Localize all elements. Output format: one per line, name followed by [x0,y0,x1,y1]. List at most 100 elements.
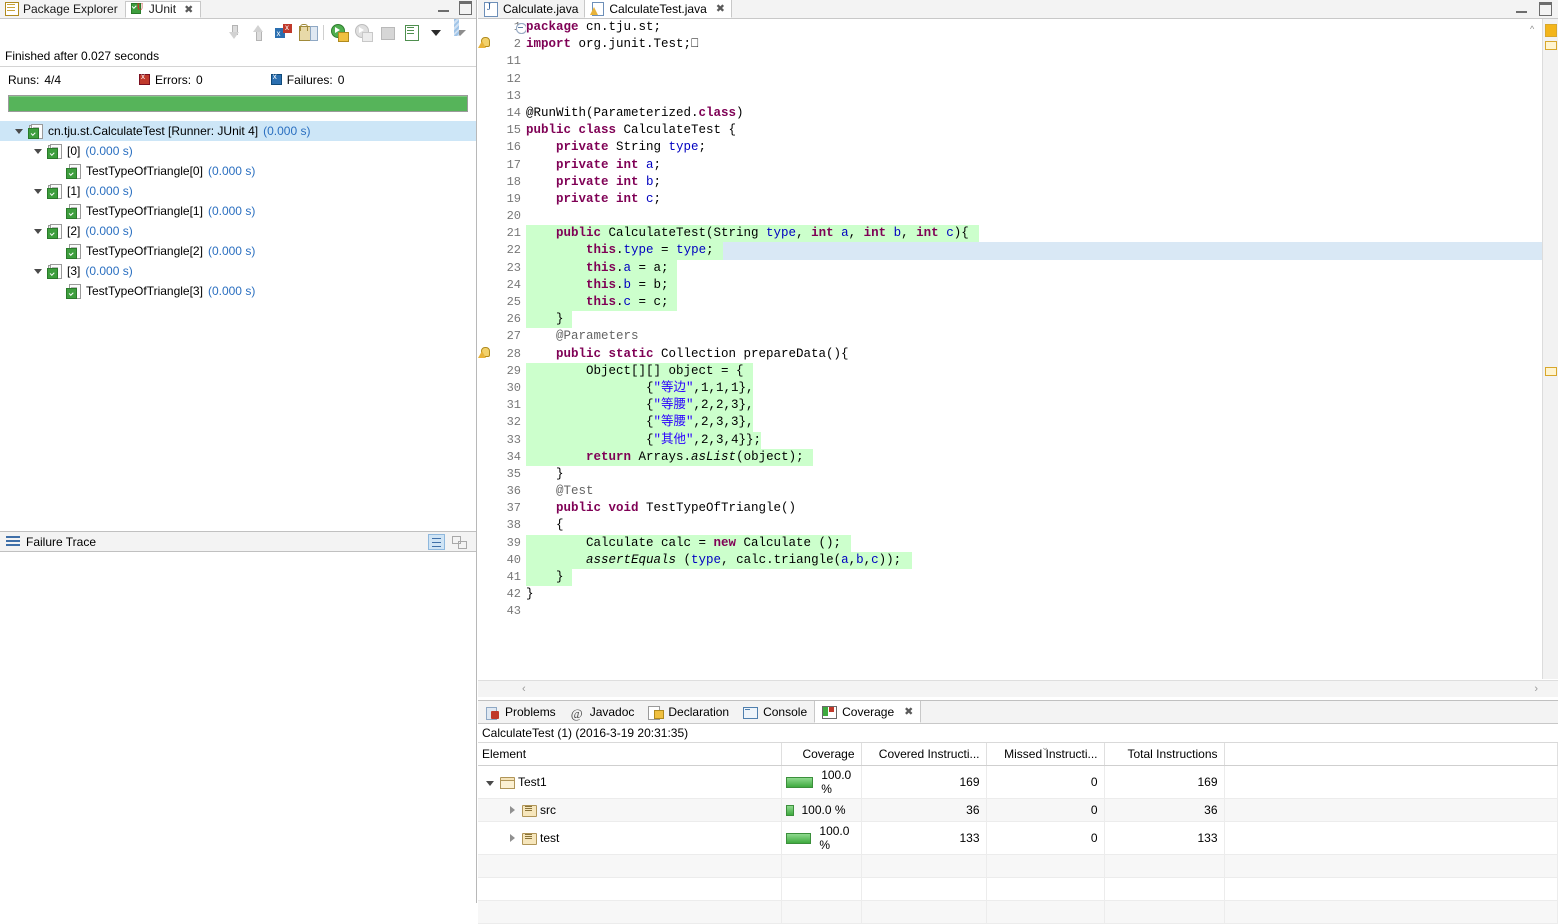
previous-failure-icon[interactable] [251,24,268,41]
coverage-table-body[interactable]: Test1 100.0 % 169 0 169 src 100.0 % 36 0 36 test 10… [478,765,1558,924]
test-tree-row[interactable]: TestTypeOfTriangle[0] (0.000 s) [0,161,476,181]
code-line[interactable] [526,208,1542,225]
minimize-icon[interactable] [438,1,449,12]
code-line[interactable]: @Parameters [526,328,1542,345]
view-menu-dropdown-icon[interactable] [427,24,444,41]
code-line[interactable]: this.b = b; [526,276,1542,294]
code-line[interactable]: } [526,311,1542,329]
code-line[interactable]: private String type; [526,139,1542,156]
rerun-failed-icon[interactable] [355,23,373,42]
code-line[interactable]: @Test [526,483,1542,500]
element-cell[interactable]: test [478,821,782,855]
code-line[interactable]: } [526,586,1542,603]
close-icon[interactable]: ✖ [184,3,193,16]
code-line[interactable]: this.type = type; [526,242,1542,260]
expander-collapse-icon[interactable] [31,227,44,236]
code-line[interactable]: { [526,517,1542,534]
failure-trace-content[interactable] [0,552,476,903]
code-line[interactable] [526,53,1542,70]
close-icon[interactable]: ✖ [904,705,913,718]
code-line[interactable]: Object[][] object = { [526,362,1542,380]
scroll-right-arrow-icon[interactable]: › [1534,683,1538,695]
code-line[interactable]: return Arrays.asList(object); [526,448,1542,466]
editor-annotation-ruler[interactable] [478,19,490,679]
bottom-tab-console[interactable]: Console [736,701,815,723]
scroll-left-arrow-icon[interactable]: ‹ [522,683,526,695]
test-tree-row[interactable]: TestTypeOfTriangle[3] (0.000 s) [0,281,476,301]
column-header[interactable]: Element [478,743,782,766]
test-tree-row[interactable]: [1] (0.000 s) [0,181,476,201]
show-failures-only-icon[interactable]: x x [275,23,292,41]
maximize-icon[interactable] [459,1,472,15]
test-tree-row[interactable]: TestTypeOfTriangle[1] (0.000 s) [0,201,476,221]
overview-marker-todo[interactable] [1545,367,1557,376]
code-line[interactable]: private int a; [526,157,1542,174]
lock-scroll-icon[interactable] [299,23,318,41]
column-header[interactable]: Missed Instructi... ⌄ [986,742,1105,766]
code-line[interactable]: import org.junit.Test;⎕ [526,36,1542,53]
code-line[interactable]: private int b; [526,174,1542,191]
editor-tab-calculate[interactable]: Calculate.java [478,0,585,18]
coverage-table-row[interactable]: Test1 100.0 % 169 0 169 [478,765,1558,799]
overview-marker-warning[interactable] [1545,24,1557,37]
bottom-tab-problems[interactable]: Problems [478,701,563,723]
overview-marker-todo[interactable] [1545,41,1557,50]
filter-stack-trace-icon[interactable] [428,533,445,550]
scroll-up-arrow-icon[interactable]: ^ [1530,24,1534,34]
expander-expand-icon[interactable] [506,834,518,844]
editor-overview-ruler[interactable]: ^ [1530,19,1558,679]
code-line[interactable] [526,88,1542,105]
compare-result-icon[interactable] [451,534,468,550]
code-line[interactable] [526,603,1542,620]
maximize-icon[interactable] [1539,2,1552,16]
expander-collapse-icon[interactable] [31,187,44,196]
test-tree-row[interactable]: cn.tju.st.CalculateTest [Runner: JUnit 4… [0,121,476,141]
junit-test-tree[interactable]: cn.tju.st.CalculateTest [Runner: JUnit 4… [0,121,476,301]
code-line[interactable]: assertEquals (type, calc.triangle(a,b,c)… [526,551,1542,569]
expander-collapse-icon[interactable] [31,267,44,276]
bottom-tab-declaration[interactable]: Declaration [641,701,737,723]
code-line[interactable]: Calculate calc = new Calculate (); [526,534,1542,552]
code-line[interactable]: package cn.tju.st; [526,19,1542,36]
test-tree-row[interactable]: [3] (0.000 s) [0,261,476,281]
code-line[interactable]: private int c; [526,191,1542,208]
code-line[interactable] [526,71,1542,88]
code-line[interactable]: this.a = a; [526,259,1542,277]
expander-collapse-icon[interactable] [31,147,44,156]
column-header[interactable]: Coverage [781,743,862,766]
test-tree-row[interactable]: TestTypeOfTriangle[2] (0.000 s) [0,241,476,261]
code-line[interactable]: public static Collection prepareData(){ [526,346,1542,363]
column-header[interactable]: Covered Instructi... [861,743,987,766]
code-line[interactable]: } [526,466,1542,483]
column-header[interactable]: Total Instructions [1104,743,1225,766]
element-cell[interactable]: src [478,798,782,822]
code-line[interactable]: public void TestTypeOfTriangle() [526,500,1542,517]
minimize-icon[interactable] [1516,2,1527,13]
coverage-table-row[interactable]: src 100.0 % 36 0 36 [478,798,1558,822]
bottom-tab-coverage[interactable]: Coverage ✖ [814,701,922,723]
code-line[interactable]: @RunWith(Parameterized.class) [526,105,1542,122]
editor-text-area[interactable]: package cn.tju.st; import org.junit.Test;… [526,19,1542,679]
tab-junit[interactable]: U JUnit ✖ [124,0,202,18]
code-line[interactable]: {"等腰",2,3,3}, [526,414,1542,432]
expander-collapse-icon[interactable] [484,778,496,788]
test-tree-row[interactable]: [2] (0.000 s) [0,221,476,241]
tab-package-explorer[interactable]: Package Explorer [0,0,125,17]
bottom-tab-javadoc[interactable]: @ Javadoc [562,701,642,723]
code-line[interactable]: {"其他",2,3,4}}; [526,431,1542,449]
test-run-history-icon[interactable] [403,24,420,41]
rerun-test-icon[interactable] [331,23,349,42]
next-failure-icon[interactable] [227,24,244,41]
code-line[interactable]: {"等边",1,1,1}, [526,379,1542,398]
expander-expand-icon[interactable] [506,806,518,816]
code-line[interactable]: this.c = c; [526,294,1542,312]
code-line[interactable]: } [526,569,1542,587]
editor-horizontal-scrollbar[interactable]: ‹ › [478,680,1558,697]
test-tree-row[interactable]: [0] (0.000 s) [0,141,476,161]
element-cell[interactable]: Test1 [478,765,782,799]
editor-tab-calculatetest[interactable]: CalculateTest.java ✖ [584,0,732,18]
code-line[interactable]: public CalculateTest(String type, int a,… [526,225,1542,243]
expander-collapse-icon[interactable] [12,127,25,136]
code-line[interactable]: {"等腰",2,2,3}, [526,397,1542,415]
code-line[interactable]: public class CalculateTest { [526,122,1542,139]
